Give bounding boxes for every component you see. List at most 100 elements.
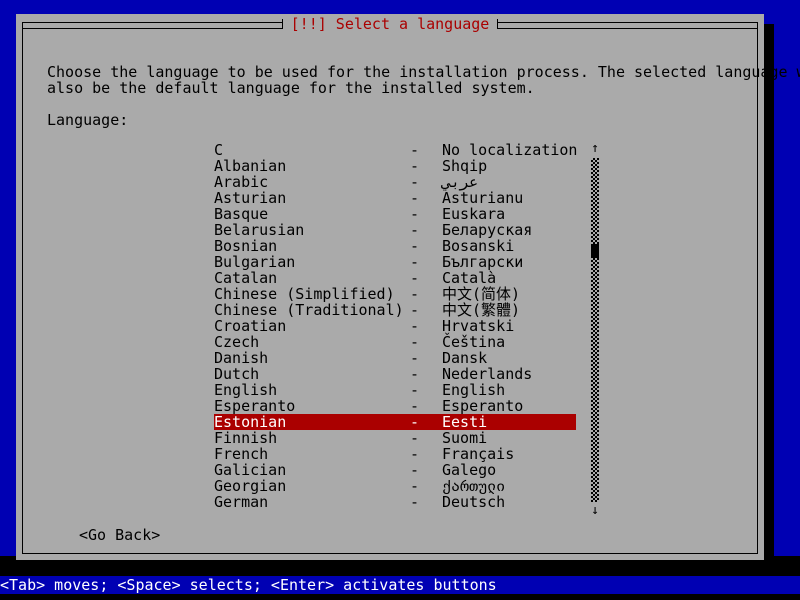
language-native-name: عربي: [442, 174, 478, 190]
title-rule-left: [22, 19, 283, 29]
language-separator: -: [410, 206, 419, 222]
dialog-title: [!!] Select a language: [283, 16, 498, 32]
language-native-name: 中文(繁體): [442, 302, 520, 318]
language-name: Czech: [214, 334, 259, 350]
language-list-scrollbar[interactable]: ↑ ↓: [588, 142, 602, 518]
language-list-item[interactable]: Bosnian - Bosanski: [214, 238, 576, 254]
language-name: Catalan: [214, 270, 277, 286]
language-name: Albanian: [214, 158, 286, 174]
intro-text-line-1: Choose the language to be used for the i…: [47, 64, 800, 80]
language-native-name: Беларуская: [442, 222, 532, 238]
language-name: Estonian: [214, 414, 286, 430]
language-name: Arabic: [214, 174, 268, 190]
language-name: French: [214, 446, 268, 462]
language-list-item[interactable]: Albanian - Shqip: [214, 158, 576, 174]
language-native-name: Shqip: [442, 158, 487, 174]
language-native-name: Български: [442, 254, 523, 270]
language-list-item[interactable]: Danish - Dansk: [214, 350, 576, 366]
language-name: Galician: [214, 462, 286, 478]
language-separator: -: [410, 318, 419, 334]
language-list-item[interactable]: German-Deutsch: [214, 494, 576, 510]
language-list-item[interactable]: Galician - Galego: [214, 462, 576, 478]
language-list-item[interactable]: Estonian - Eesti: [214, 414, 576, 430]
installer-screen: [!!] Select a language Choose the langua…: [0, 0, 800, 600]
language-separator: -: [410, 190, 419, 206]
language-name: Basque: [214, 206, 268, 222]
language-list-item[interactable]: Finnish-Suomi: [214, 430, 576, 446]
language-list-item[interactable]: Georgian - ქართული: [214, 478, 576, 494]
scroll-up-arrow-icon[interactable]: ↑: [588, 142, 602, 156]
language-native-name: Esperanto: [442, 398, 523, 414]
dialog-titlebar: [!!] Select a language: [22, 16, 758, 32]
language-separator: -: [410, 350, 419, 366]
language-list[interactable]: C-No localizationAlbanian-ShqipArabic-عر…: [214, 142, 576, 510]
language-separator: -: [410, 414, 419, 430]
language-name: Belarusian: [214, 222, 304, 238]
language-native-name: No localization: [442, 142, 577, 158]
language-name: Chinese (Traditional): [214, 302, 404, 318]
language-list-item[interactable]: French - Français: [214, 446, 576, 462]
scrollbar-thumb[interactable]: [591, 244, 599, 258]
language-native-name: Bosanski: [442, 238, 514, 254]
language-native-name: Galego: [442, 462, 496, 478]
language-name: English: [214, 382, 277, 398]
language-separator: -: [410, 302, 419, 318]
language-name: Dutch: [214, 366, 259, 382]
language-name: Asturian: [214, 190, 286, 206]
language-list-item[interactable]: Arabic-عربي: [214, 174, 576, 190]
go-back-button[interactable]: <Go Back>: [79, 527, 160, 543]
language-list-item[interactable]: Basque - Euskara: [214, 206, 576, 222]
language-native-name: 中文(简体): [442, 286, 520, 302]
language-separator: -: [410, 430, 419, 446]
language-name: Bosnian: [214, 238, 277, 254]
status-bar: <Tab> moves; <Space> selects; <Enter> ac…: [0, 576, 800, 594]
language-name: Danish: [214, 350, 268, 366]
intro-text-line-2: also be the default language for the ins…: [47, 80, 535, 96]
language-native-name: Asturianu: [442, 190, 523, 206]
language-list-item[interactable]: English - English: [214, 382, 576, 398]
language-list-item[interactable]: Chinese (Traditional)- 中文(繁體): [214, 302, 576, 318]
language-name: Esperanto: [214, 398, 295, 414]
language-separator: -: [410, 494, 419, 510]
language-native-name: Français: [442, 446, 514, 462]
language-list-item[interactable]: C - No localization: [214, 142, 576, 158]
language-separator: -: [410, 270, 419, 286]
language-separator: -: [410, 254, 419, 270]
language-native-name: ქართული: [442, 478, 505, 494]
language-name: Georgian: [214, 478, 286, 494]
language-separator: -: [410, 238, 419, 254]
language-list-item[interactable]: Bulgarian - Български: [214, 254, 576, 270]
title-rule-right: [497, 19, 758, 29]
language-native-name: Eesti: [442, 414, 487, 430]
language-separator: -: [410, 366, 419, 382]
language-list-item[interactable]: Dutch-Nederlands: [214, 366, 576, 382]
language-separator: -: [410, 478, 419, 494]
language-separator: -: [410, 286, 419, 302]
language-list-item[interactable]: Czech - Čeština: [214, 334, 576, 350]
language-separator: -: [410, 158, 419, 174]
language-name: C: [214, 142, 223, 158]
language-separator: -: [410, 446, 419, 462]
language-native-name: Čeština: [442, 334, 505, 350]
language-separator: -: [410, 382, 419, 398]
language-separator: -: [410, 142, 419, 158]
language-separator: -: [410, 398, 419, 414]
language-separator: -: [410, 462, 419, 478]
language-native-name: Suomi: [442, 430, 487, 446]
language-native-name: Euskara: [442, 206, 505, 222]
language-list-item[interactable]: Belarusian-Беларуская: [214, 222, 576, 238]
language-list-item[interactable]: Asturian - Asturianu: [214, 190, 576, 206]
language-list-item[interactable]: Catalan - Català: [214, 270, 576, 286]
scroll-down-arrow-icon[interactable]: ↓: [588, 504, 602, 518]
language-list-item[interactable]: Chinese (Simplified)-中文(简体): [214, 286, 576, 302]
language-name: Bulgarian: [214, 254, 295, 270]
language-list-item[interactable]: Esperanto - Esperanto: [214, 398, 576, 414]
language-native-name: Dansk: [442, 350, 487, 366]
screen-bottom-edge: [0, 594, 800, 600]
scrollbar-track[interactable]: [591, 158, 599, 502]
language-native-name: Català: [442, 270, 496, 286]
language-list-item[interactable]: Croatian-Hrvatski: [214, 318, 576, 334]
language-separator: -: [410, 334, 419, 350]
language-native-name: English: [442, 382, 505, 398]
language-native-name: Hrvatski: [442, 318, 514, 334]
